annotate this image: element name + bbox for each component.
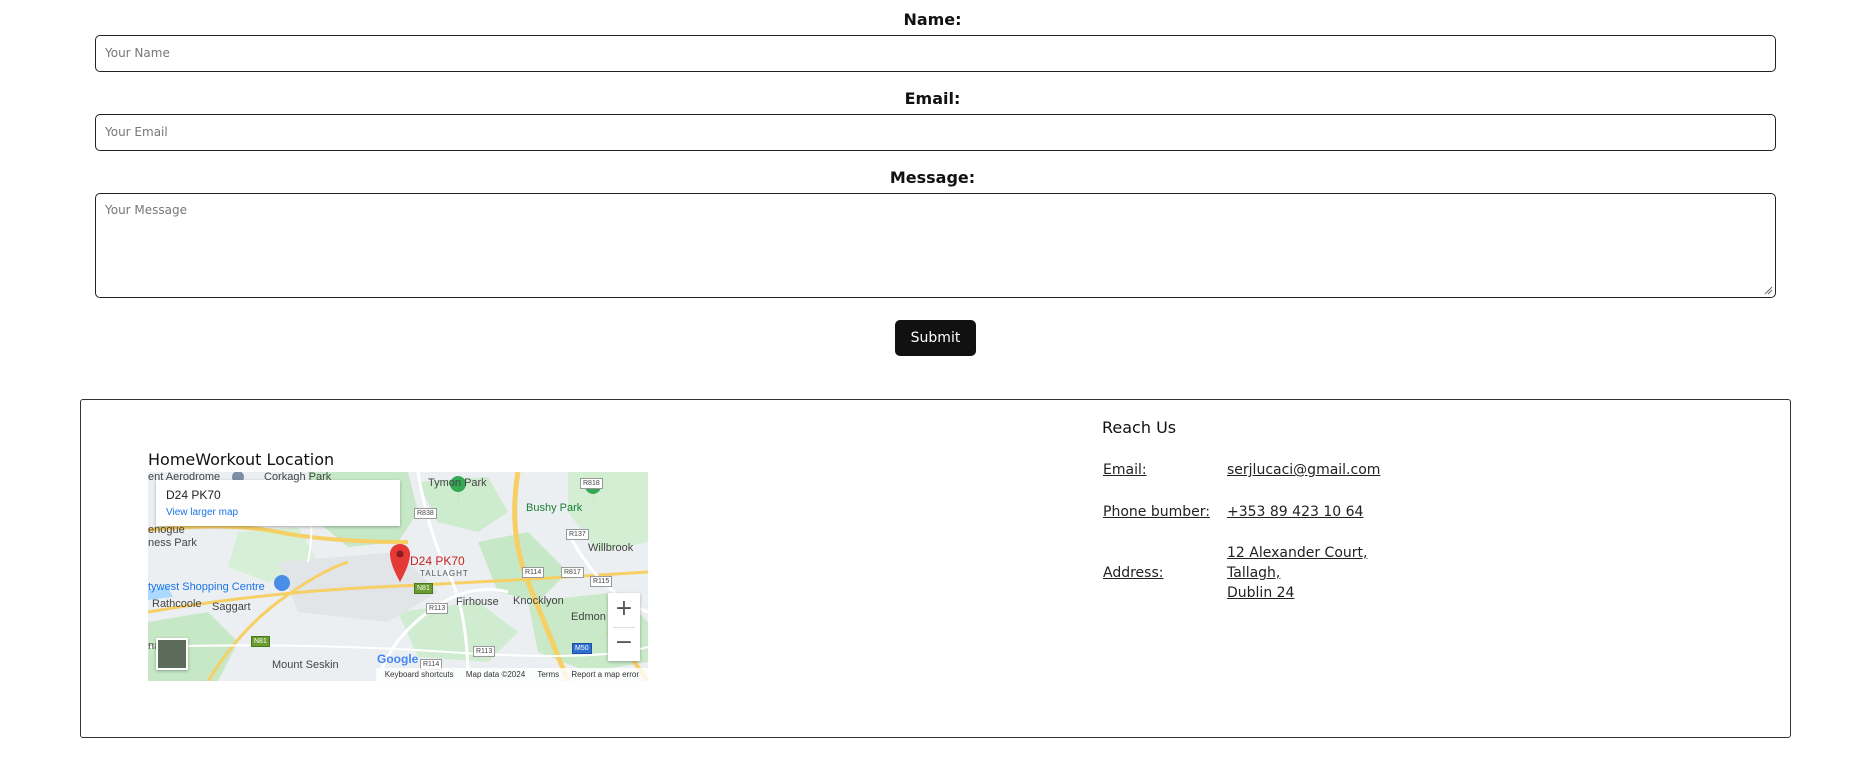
map-label-tymon: Tymon Park xyxy=(428,477,487,489)
map-place-name: D24 PK70 xyxy=(166,488,221,502)
email-label: Email: xyxy=(904,89,961,108)
zoom-out-button[interactable]: − xyxy=(608,627,640,661)
email-contact-label: Email: xyxy=(1103,462,1147,478)
address-line-2[interactable]: Tallagh, xyxy=(1227,563,1280,583)
map-label-ness-park: ness Park xyxy=(148,537,197,549)
map-label-rathcoole: Rathcoole xyxy=(152,598,202,610)
keyboard-shortcuts-link[interactable]: Keyboard shortcuts xyxy=(385,670,454,679)
map-label-firhouse: Firhouse xyxy=(456,596,499,608)
address-contact-label: Address: xyxy=(1103,565,1164,581)
zoom-in-button[interactable]: + xyxy=(608,593,640,627)
location-title: HomeWorkout Location xyxy=(148,450,335,469)
google-logo-text: Google xyxy=(377,652,419,666)
email-contact-link[interactable]: serjlucaci@gmail.com xyxy=(1227,460,1380,480)
road-shield-m50: M50 xyxy=(572,643,592,654)
name-input[interactable]: Your Name xyxy=(95,35,1776,72)
address-line-1[interactable]: 12 Alexander Court, xyxy=(1227,543,1367,563)
map-label-citywest: tywest Shopping Centre xyxy=(148,581,265,593)
road-shield-r113-b: R113 xyxy=(473,646,496,657)
name-label: Name: xyxy=(903,10,962,29)
road-shield-r114-a: R114 xyxy=(522,567,545,578)
map-label-edmonton: Edmon xyxy=(571,611,606,623)
map-attribution-bar: Keyboard shortcuts Map data ©2024 Terms … xyxy=(375,668,648,681)
map-label-bushy: Bushy Park xyxy=(526,502,583,514)
view-larger-map-link[interactable]: View larger map xyxy=(166,507,238,518)
phone-contact-link[interactable]: +353 89 423 10 64 xyxy=(1227,502,1363,522)
map-data-text: Map data ©2024 xyxy=(465,670,526,679)
road-shield-r137: R137 xyxy=(566,529,589,540)
road-shield-r818: R818 xyxy=(580,478,603,489)
map-layer-toggle[interactable] xyxy=(156,638,188,670)
road-shield-r113-a: R113 xyxy=(426,603,449,614)
map-pin-label: D24 PK70 xyxy=(410,554,465,568)
embedded-map[interactable]: D24 PK70 View larger map ent Aerodrome C… xyxy=(148,472,648,681)
terms-link[interactable]: Terms xyxy=(537,670,559,679)
map-label-knocklyon: Knocklyon xyxy=(513,595,564,607)
phone-contact-label: Phone bumber: xyxy=(1103,504,1210,520)
message-placeholder: Your Message xyxy=(105,203,188,217)
email-input[interactable]: Your Email xyxy=(95,114,1776,151)
map-label-saggart: Saggart xyxy=(212,601,251,613)
report-map-error-link[interactable]: Report a map error xyxy=(571,670,639,679)
road-shield-r817: R817 xyxy=(561,567,584,578)
map-label-enogue: enogue xyxy=(148,524,185,536)
road-shield-r838: R838 xyxy=(414,508,437,519)
map-label-corkagh: Corkagh Park xyxy=(264,472,332,483)
map-info-card: D24 PK70 View larger map xyxy=(156,480,400,526)
reach-us-title: Reach Us xyxy=(1102,418,1177,437)
google-logo: Google xyxy=(377,652,418,666)
message-label: Message: xyxy=(889,168,976,187)
map-zoom-control: + − xyxy=(608,593,640,661)
resize-grip-icon[interactable] xyxy=(1763,285,1773,295)
address-line-3[interactable]: Dublin 24 xyxy=(1227,583,1294,603)
map-label-aerodrome: ent Aerodrome xyxy=(148,472,221,483)
road-shield-n81-a: N81 xyxy=(414,583,433,594)
road-shield-r115: R115 xyxy=(590,576,613,587)
map-label-willbrook: Willbrook xyxy=(588,542,634,554)
map-pin-sublabel: TALLAGHT xyxy=(420,569,469,578)
map-label-mount-seskin: Mount Seskin xyxy=(272,659,339,671)
submit-button[interactable]: Submit xyxy=(895,320,976,356)
road-shield-n81-b: N81 xyxy=(251,636,270,647)
message-textarea[interactable]: Your Message xyxy=(95,193,1776,298)
